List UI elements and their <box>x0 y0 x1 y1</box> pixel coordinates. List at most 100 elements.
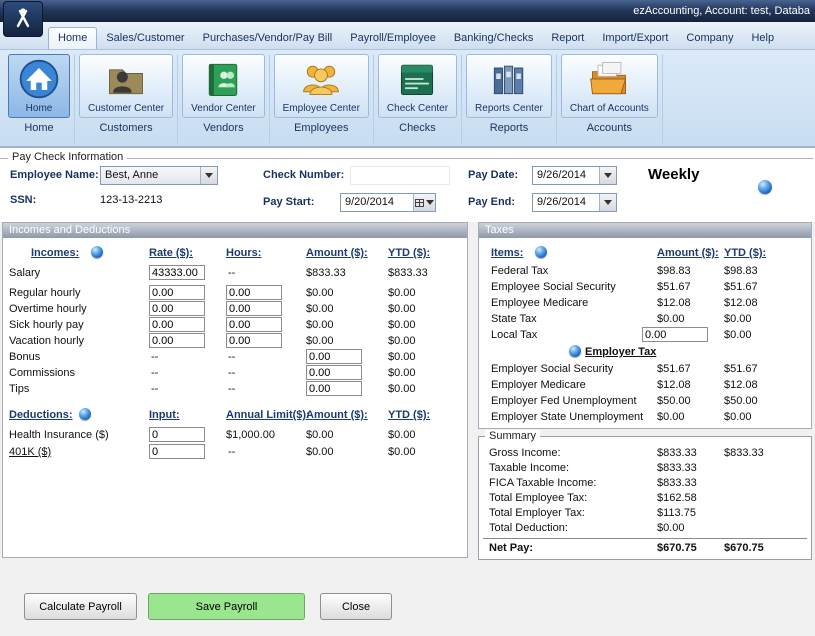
deduction-ytd: $0.00 <box>388 429 416 441</box>
income-ytd: $0.00 <box>388 303 416 315</box>
tax-ytd: $12.08 <box>724 379 758 391</box>
chart-of-accounts-button[interactable]: Chart of Accounts <box>561 54 658 118</box>
toolbar-group-employees: Employee Center Employees <box>270 54 374 144</box>
commissions-amount-input[interactable] <box>306 365 362 380</box>
home-icon <box>17 57 61 101</box>
menu-item-banking-checks[interactable]: Banking/Checks <box>445 28 543 49</box>
deduction-annual-limit: -- <box>228 446 235 458</box>
reports-center-button-label: Reports Center <box>475 103 543 114</box>
incomes-help-globe-icon[interactable] <box>91 246 103 258</box>
pay-start-datepicker[interactable]: 9/20/2014 <box>340 193 436 212</box>
reports-center-button[interactable]: Reports Center <box>466 54 552 118</box>
toolbar-group-customers: Customer Center Customers <box>75 54 178 144</box>
pay-date-dropdown-button[interactable] <box>599 167 616 184</box>
tax-amount: $12.08 <box>657 379 691 391</box>
pay-end-value: 9/26/2014 <box>533 194 599 211</box>
income-ytd: $833.33 <box>388 267 428 279</box>
toolbar-caption-reports: Reports <box>490 122 529 134</box>
tax-label: Employer Medicare <box>491 379 586 391</box>
menu-item-import-export[interactable]: Import/Export <box>593 28 677 49</box>
taxes-help-globe-icon[interactable] <box>535 246 547 258</box>
title-bar: ezAccounting, Account: test, Databa <box>0 0 815 22</box>
401k-input[interactable] <box>149 444 205 459</box>
overtime-rate-input[interactable] <box>149 301 205 316</box>
overtime-hours-input[interactable] <box>226 301 282 316</box>
menu-item-payroll-employee[interactable]: Payroll/Employee <box>341 28 445 49</box>
deductions-help-globe-icon[interactable] <box>79 408 91 420</box>
incomes-deductions-panel: Incomes and Deductions Incomes: Rate ($)… <box>2 222 468 558</box>
local-tax-input[interactable] <box>642 327 708 342</box>
save-payroll-button[interactable]: Save Payroll <box>148 593 305 620</box>
hours-header: Hours: <box>226 247 261 259</box>
menu-item-purchases-vendor[interactable]: Purchases/Vendor/Pay Bill <box>194 28 342 49</box>
pay-date-value: 9/26/2014 <box>533 167 599 184</box>
bonus-amount-input[interactable] <box>306 349 362 364</box>
tax-ytd: $0.00 <box>724 329 752 341</box>
tips-amount-input[interactable] <box>306 381 362 396</box>
employee-center-icon <box>299 57 343 101</box>
calendar-icon <box>415 199 424 207</box>
summary-amount: $0.00 <box>657 522 685 534</box>
summary-title: Summary <box>485 430 540 442</box>
tax-label: Local Tax <box>491 329 537 341</box>
income-rate: -- <box>151 383 158 395</box>
income-ytd: $0.00 <box>388 367 416 379</box>
chevron-down-icon <box>205 173 213 178</box>
net-pay-divider <box>483 538 807 539</box>
pay-end-dropdown-button[interactable] <box>599 194 616 211</box>
income-label: Tips <box>9 383 29 395</box>
menu-item-home[interactable]: Home <box>48 27 97 49</box>
app-logo-button[interactable] <box>3 1 43 37</box>
income-ytd: $0.00 <box>388 351 416 363</box>
menu-item-company[interactable]: Company <box>677 28 742 49</box>
vacation-hours-input[interactable] <box>226 333 282 348</box>
income-amount: $0.00 <box>306 319 334 331</box>
vacation-rate-input[interactable] <box>149 333 205 348</box>
regular-rate-input[interactable] <box>149 285 205 300</box>
summary-label: Total Employee Tax: <box>489 492 587 504</box>
tax-ytd: $98.83 <box>724 265 758 277</box>
pay-start-value: 9/20/2014 <box>341 194 413 211</box>
employee-center-button[interactable]: Employee Center <box>274 54 369 118</box>
menu-item-report[interactable]: Report <box>542 28 593 49</box>
salary-rate-input[interactable] <box>149 265 205 280</box>
income-ytd: $0.00 <box>388 319 416 331</box>
sick-rate-input[interactable] <box>149 317 205 332</box>
menu-item-help[interactable]: Help <box>742 28 783 49</box>
customer-center-icon <box>104 57 148 101</box>
income-hours: -- <box>228 267 235 279</box>
paycheck-help-globe-icon[interactable] <box>758 180 772 194</box>
pay-date-select[interactable]: 9/26/2014 <box>532 166 617 185</box>
calculate-payroll-button[interactable]: Calculate Payroll <box>24 593 137 620</box>
home-button-label: Home <box>26 103 53 114</box>
menu-bar: Home Sales/Customer Purchases/Vendor/Pay… <box>0 22 815 50</box>
income-amount: $0.00 <box>306 335 334 347</box>
check-number-input[interactable] <box>350 166 450 185</box>
check-center-button-label: Check Center <box>387 103 448 114</box>
employer-tax-help-globe-icon[interactable] <box>569 345 581 357</box>
pay-end-select[interactable]: 9/26/2014 <box>532 193 617 212</box>
vendor-center-button[interactable]: Vendor Center <box>182 54 265 118</box>
customer-center-button[interactable]: Customer Center <box>79 54 173 118</box>
check-center-button[interactable]: Check Center <box>378 54 457 118</box>
tax-amount: $12.08 <box>657 297 691 309</box>
pay-start-calendar-button[interactable] <box>413 194 435 211</box>
employee-name-value: Best, Anne <box>101 167 200 184</box>
income-label: Overtime hourly <box>9 303 87 315</box>
tax-amount: $0.00 <box>657 411 685 423</box>
employee-name-select[interactable]: Best, Anne <box>100 166 218 185</box>
regular-hours-input[interactable] <box>226 285 282 300</box>
chart-of-accounts-icon <box>587 57 631 101</box>
close-button[interactable]: Close <box>320 593 392 620</box>
toolbar-caption-accounts: Accounts <box>587 122 632 134</box>
tax-amount: $51.67 <box>657 281 691 293</box>
employee-name-dropdown-button[interactable] <box>200 167 217 184</box>
home-button[interactable]: Home <box>8 54 70 118</box>
menu-item-sales-customer[interactable]: Sales/Customer <box>97 28 193 49</box>
net-pay-ytd: $670.75 <box>724 542 764 554</box>
health-insurance-input[interactable] <box>149 427 205 442</box>
toolbar: Home Home Customer Center Customers Vend… <box>0 50 815 148</box>
sick-hours-input[interactable] <box>226 317 282 332</box>
income-label: Vacation hourly <box>9 335 84 347</box>
income-label: Salary <box>9 267 40 279</box>
